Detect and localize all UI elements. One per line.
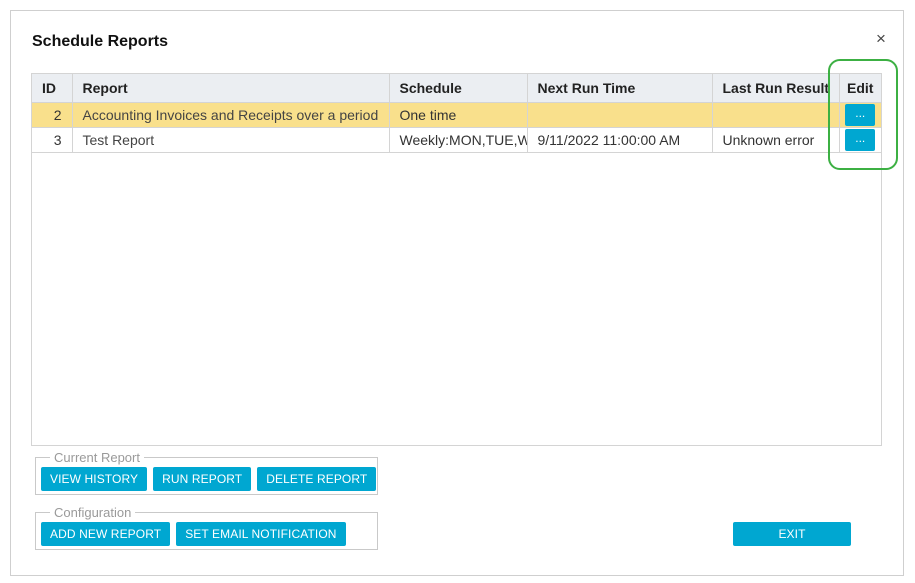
edit-button[interactable]: ...	[845, 128, 876, 151]
table-header-row: ID Report Schedule Next Run Time Last Ru…	[32, 74, 881, 103]
cell-schedule: Weekly:MON,TUE,WED	[389, 127, 528, 153]
reports-grid: ID Report Schedule Next Run Time Last Ru…	[31, 73, 882, 446]
run-report-button[interactable]: RUN REPORT	[153, 467, 252, 491]
cell-report: Test Report	[72, 127, 390, 153]
dialog-title: Schedule Reports	[32, 33, 169, 50]
configuration-legend: Configuration	[54, 505, 132, 520]
schedule-reports-dialog: Schedule Reports × ID Report Schedule Ne…	[10, 10, 904, 576]
cell-last-run-result	[712, 102, 840, 128]
cell-next-run-time	[527, 102, 713, 128]
set-email-notification-button[interactable]: SET EMAIL NOTIFICATION	[176, 522, 346, 546]
column-header-report[interactable]: Report	[72, 74, 390, 103]
delete-report-button[interactable]: DELETE REPORT	[257, 467, 377, 491]
reports-table: ID Report Schedule Next Run Time Last Ru…	[32, 74, 881, 153]
exit-button[interactable]: EXIT	[733, 522, 851, 546]
current-report-group: Current Report VIEW HISTORY RUN REPORT D…	[35, 450, 378, 495]
cell-id: 2	[32, 102, 73, 128]
add-new-report-button[interactable]: ADD NEW REPORT	[41, 522, 171, 546]
column-header-next-run-time[interactable]: Next Run Time	[527, 74, 713, 103]
cell-id: 3	[32, 127, 73, 153]
cell-last-run-result: Unknown error	[712, 127, 840, 153]
view-history-button[interactable]: VIEW HISTORY	[41, 467, 148, 491]
cell-edit: ...	[839, 102, 881, 128]
table-row[interactable]: 2 Accounting Invoices and Receipts over …	[32, 102, 881, 128]
cell-report: Accounting Invoices and Receipts over a …	[72, 102, 390, 128]
current-report-legend: Current Report	[54, 450, 140, 465]
edit-button[interactable]: ...	[845, 103, 876, 126]
column-header-edit[interactable]: Edit	[839, 74, 881, 103]
configuration-group: Configuration ADD NEW REPORT SET EMAIL N…	[35, 505, 378, 550]
table-row[interactable]: 3 Test Report Weekly:MON,TUE,WED 9/11/20…	[32, 127, 881, 153]
cell-edit: ...	[839, 127, 881, 153]
column-header-last-run-result[interactable]: Last Run Result	[712, 74, 840, 103]
cell-schedule: One time	[389, 102, 528, 128]
column-header-id[interactable]: ID	[32, 74, 73, 103]
cell-next-run-time: 9/11/2022 11:00:00 AM	[527, 127, 713, 153]
column-header-schedule[interactable]: Schedule	[389, 74, 528, 103]
close-icon[interactable]: ×	[873, 30, 889, 47]
